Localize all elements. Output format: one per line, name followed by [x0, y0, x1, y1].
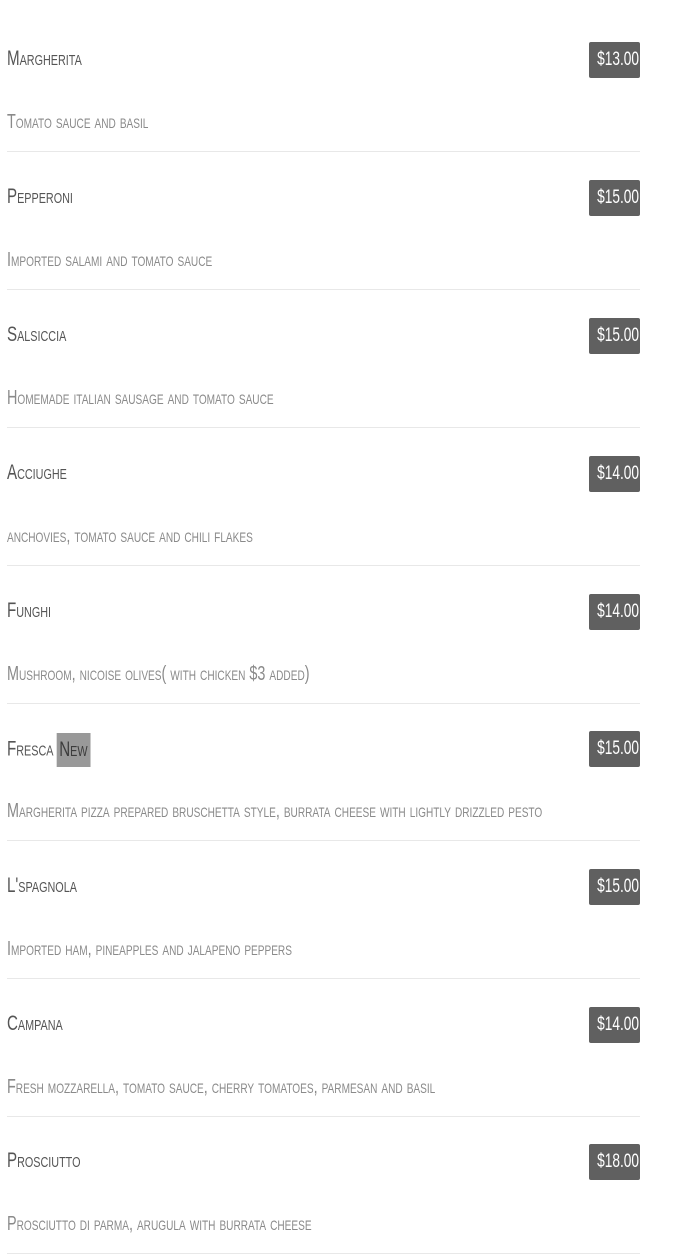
item-description: Homemade italian sausage and tomato sauc… [7, 387, 274, 409]
item-description: Margherita pizza prepared bruschetta sty… [7, 800, 543, 822]
menu-item-margherita: Margherita $13.00 Tomato sauce and basil [7, 14, 640, 152]
item-description: anchovies, tomato sauce and chili flakes [7, 525, 253, 547]
menu-item-funghi: Funghi $14.00 Mushroom, nicoise olives( … [7, 566, 640, 704]
price-tag: $14.00 [589, 594, 640, 630]
price-text: $15.00 [597, 876, 639, 897]
menu-item-salsiccia: Salsiccia $15.00 Homemade italian sausag… [7, 290, 640, 428]
item-name-text: Margherita [7, 47, 82, 70]
menu-item-campana: Campana $14.00 Fresh mozzarella, tomato … [7, 979, 640, 1117]
price-tag: $15.00 [589, 869, 640, 905]
item-name-text: L'spagnola [7, 874, 77, 897]
item-description: Imported ham, pineapples and jalapeno pe… [7, 938, 292, 960]
item-name: Fresca New [7, 733, 91, 767]
menu-item-lspagnola: L'spagnola $15.00 Imported ham, pineappl… [7, 841, 640, 979]
price-text: $15.00 [597, 325, 639, 346]
item-name: Campana [7, 1009, 63, 1039]
item-name: Prosciutto [7, 1146, 80, 1176]
item-name: L'spagnola [7, 871, 77, 901]
item-name-text: Salsiccia [7, 323, 67, 346]
price-tag: $15.00 [589, 180, 640, 216]
menu-item-pepperoni: Pepperoni $15.00 Imported salami and tom… [7, 152, 640, 290]
item-name-text: Pepperoni [7, 185, 73, 208]
menu-list: Margherita $13.00 Tomato sauce and basil… [0, 0, 682, 1254]
new-badge: New [56, 733, 91, 767]
price-tag: $15.00 [589, 731, 640, 767]
menu-item-prosciutto: Prosciutto $18.00 Prosciutto di parma, a… [7, 1116, 640, 1254]
menu-item-acciughe: Acciughe $14.00 anchovies, tomato sauce … [7, 428, 640, 566]
price-text: $14.00 [597, 1014, 639, 1035]
menu-item-fresca: Fresca New $15.00 Margherita pizza prepar… [7, 703, 640, 841]
price-tag: $14.00 [589, 1007, 640, 1043]
price-tag: $13.00 [589, 42, 640, 78]
item-name-text: Acciughe [7, 461, 67, 484]
item-name: Acciughe [7, 458, 67, 488]
item-name: Salsiccia [7, 320, 66, 350]
item-name-text: Campana [7, 1012, 63, 1035]
price-text: $14.00 [597, 463, 639, 484]
price-text: $13.00 [597, 49, 639, 70]
item-name-text: Funghi [7, 599, 52, 622]
item-description: Mushroom, nicoise olives( with chicken $… [7, 663, 310, 685]
item-name: Pepperoni [7, 182, 73, 212]
price-tag: $18.00 [589, 1144, 640, 1180]
item-name: Funghi [7, 596, 51, 626]
item-description: Tomato sauce and basil [7, 111, 149, 133]
item-name-text: Fresca [7, 737, 54, 761]
price-tag: $14.00 [589, 456, 640, 492]
item-description: Imported salami and tomato sauce [7, 249, 213, 271]
item-name-text: Prosciutto [7, 1149, 81, 1172]
price-text: $14.00 [597, 601, 639, 622]
price-text: $15.00 [597, 187, 639, 208]
price-text: $15.00 [597, 738, 639, 759]
item-name: Margherita [7, 44, 82, 74]
item-description: Fresh mozzarella, tomato sauce, cherry t… [7, 1076, 436, 1098]
price-text: $18.00 [597, 1151, 639, 1172]
item-description: Prosciutto di parma, arugula with burrat… [7, 1213, 312, 1235]
price-tag: $15.00 [589, 318, 640, 354]
